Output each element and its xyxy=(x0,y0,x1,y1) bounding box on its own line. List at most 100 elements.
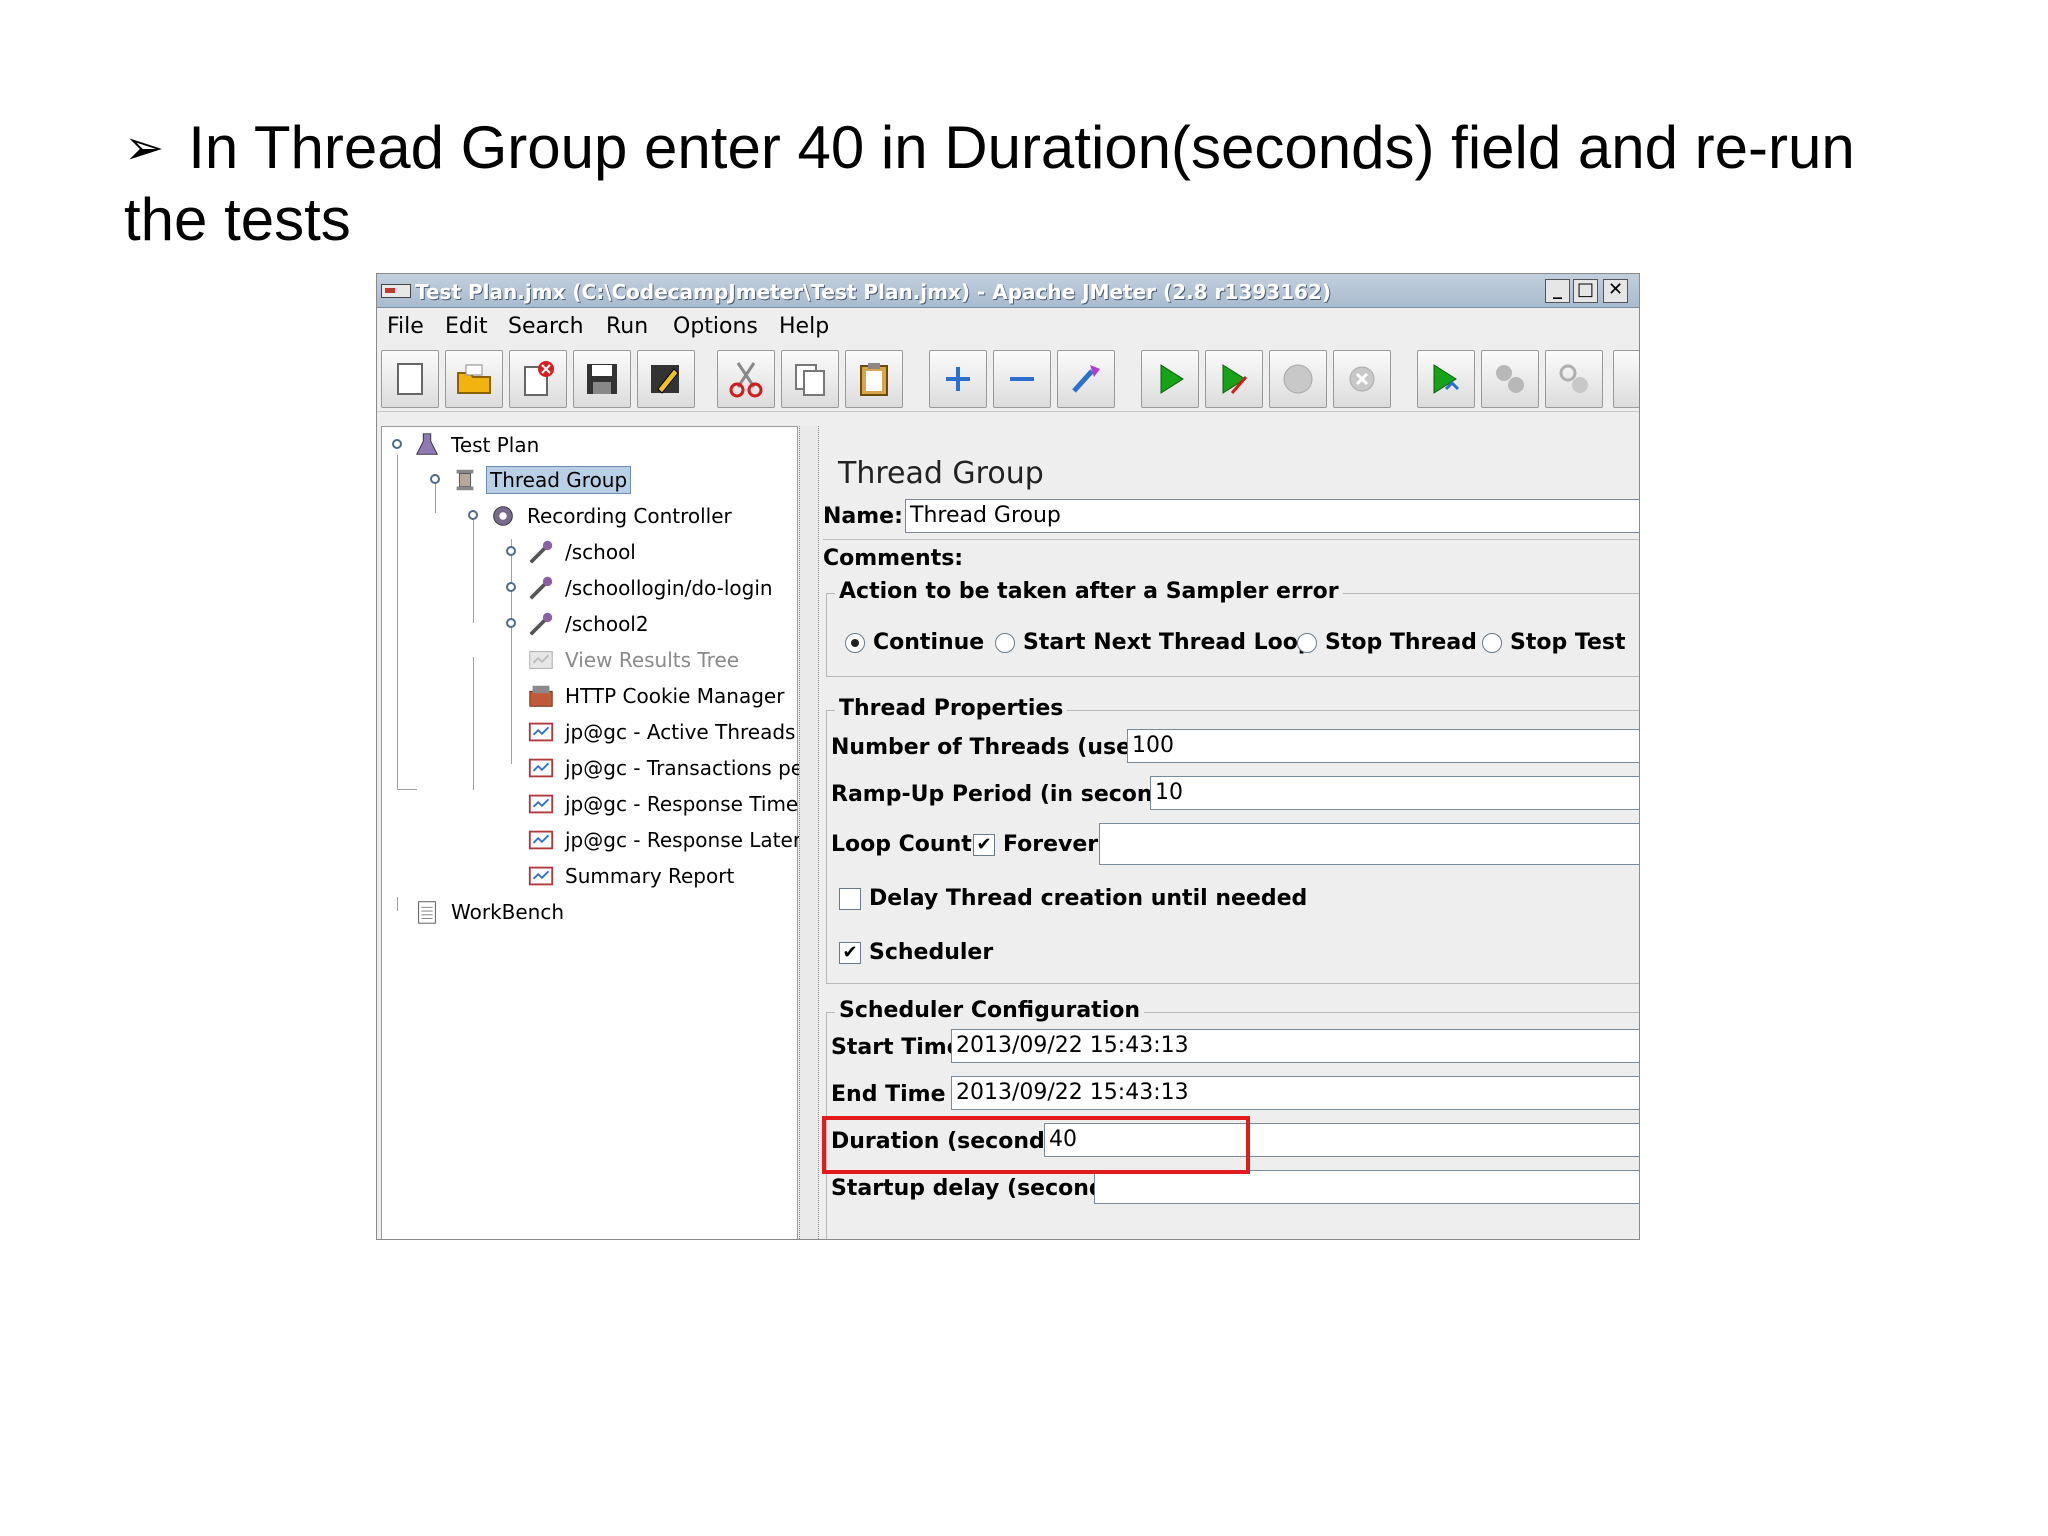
minimize-button[interactable]: _ xyxy=(1545,279,1570,303)
tree-node-test-plan[interactable]: Test Plan xyxy=(412,428,542,462)
tree-node-http-cookie-manager[interactable]: HTTP Cookie Manager xyxy=(526,679,787,713)
menu-file[interactable]: File xyxy=(387,314,424,339)
open-icon[interactable] xyxy=(445,350,503,408)
start-next-loop-radio[interactable]: Start Next Thread Loop xyxy=(995,630,1314,655)
sampler-error-group: Action to be taken after a Sampler error… xyxy=(826,579,1639,677)
flask-icon xyxy=(412,430,442,460)
tree-node-thread-group[interactable]: Thread Group xyxy=(450,463,632,497)
slide-caption: ➢ In Thread Group enter 40 in Duration(se… xyxy=(124,112,1924,256)
radio-icon xyxy=(995,632,1015,653)
graph-listener-icon xyxy=(526,825,556,855)
save-icon[interactable] xyxy=(573,350,631,408)
maximize-button[interactable]: □ xyxy=(1573,279,1598,303)
comments-label: Comments: xyxy=(823,546,964,571)
startup-delay-field[interactable] xyxy=(1094,1170,1639,1204)
more-toolbar-button[interactable] xyxy=(1613,350,1639,408)
radio-icon xyxy=(1297,632,1317,653)
graph-listener-icon xyxy=(526,753,556,783)
menu-help[interactable]: Help xyxy=(779,314,829,339)
edit-icon[interactable] xyxy=(637,350,695,408)
bullet-arrow-icon: ➢ xyxy=(124,120,165,176)
new-icon[interactable] xyxy=(381,350,439,408)
menu-search[interactable]: Search xyxy=(508,314,584,339)
close-file-icon[interactable] xyxy=(509,350,567,408)
stop-test-radio[interactable]: Stop Test xyxy=(1482,630,1626,655)
menu-bar: File Edit Search Run Options Help xyxy=(377,308,1639,344)
continue-radio[interactable]: Continue xyxy=(845,630,984,655)
test-plan-tree: Test Plan Thread Group Recording Control… xyxy=(381,426,809,1239)
remote-stop-icon[interactable] xyxy=(1481,350,1539,408)
comments-field[interactable] xyxy=(823,539,1639,540)
loop-count-field[interactable] xyxy=(1099,823,1639,865)
tree-node-response-times[interactable]: jp@gc - Response Times xyxy=(526,787,812,821)
stop-icon[interactable] xyxy=(1269,350,1327,408)
graph-listener-icon xyxy=(526,861,556,891)
window-title: Test Plan.jmx (C:\CodecampJmeter\Test Pl… xyxy=(415,280,1331,304)
radio-icon xyxy=(1482,632,1502,653)
end-time-field[interactable]: 2013/09/22 15:43:13 xyxy=(951,1076,1639,1110)
start-no-pauses-icon[interactable] xyxy=(1205,350,1263,408)
thread-properties-title: Thread Properties xyxy=(835,696,1068,721)
cut-icon[interactable] xyxy=(717,350,775,408)
checkbox-icon xyxy=(839,887,861,910)
tree-node-view-results-tree[interactable]: View Results Tree xyxy=(526,643,742,677)
stop-thread-radio[interactable]: Stop Thread xyxy=(1297,630,1477,655)
tree-node-school2[interactable]: /school2 xyxy=(526,607,652,641)
tree-node-summary-report[interactable]: Summary Report xyxy=(526,859,737,893)
end-time-label: End Time xyxy=(831,1082,946,1107)
start-time-field[interactable]: 2013/09/22 15:43:13 xyxy=(951,1029,1639,1063)
start-time-label: Start Time xyxy=(831,1035,962,1060)
jmeter-window: Test Plan.jmx (C:\CodecampJmeter\Test Pl… xyxy=(376,273,1640,1240)
forever-checkbox[interactable]: ✔ Forever xyxy=(973,832,1098,857)
cookie-icon xyxy=(526,681,556,711)
name-label: Name: xyxy=(823,504,903,529)
name-field[interactable]: Thread Group xyxy=(905,499,1639,533)
remote-start-icon[interactable] xyxy=(1417,350,1475,408)
threads-field[interactable]: 100 xyxy=(1127,729,1639,763)
start-icon[interactable] xyxy=(1141,350,1199,408)
pipette-icon xyxy=(526,537,556,567)
panel-title: Thread Group xyxy=(838,456,1044,491)
delay-thread-checkbox[interactable]: Delay Thread creation until needed xyxy=(839,886,1307,911)
checkbox-checked-icon: ✔ xyxy=(839,941,861,964)
app-icon xyxy=(381,284,411,298)
thread-group-panel: Thread Group Name: Thread Group Comments… xyxy=(820,426,1639,1239)
startup-delay-label: Startup delay (seconds) xyxy=(831,1176,1128,1201)
tree-node-transactions[interactable]: jp@gc - Transactions pe xyxy=(526,751,806,785)
tree-node-workbench[interactable]: WorkBench xyxy=(412,895,567,929)
clipboard-icon xyxy=(412,897,442,927)
results-tree-icon xyxy=(526,645,556,675)
remote-shutdown-icon[interactable] xyxy=(1545,350,1603,408)
close-button[interactable]: ✕ xyxy=(1603,279,1628,303)
thread-properties-group: Thread Properties Number of Threads (use… xyxy=(826,696,1639,984)
radio-selected-icon xyxy=(845,632,865,653)
loop-count-label: Loop Count: xyxy=(831,832,981,857)
split-pane-divider[interactable] xyxy=(799,426,819,1239)
tree-node-recording-controller[interactable]: Recording Controller xyxy=(488,499,735,533)
shutdown-icon[interactable] xyxy=(1333,350,1391,408)
menu-options[interactable]: Options xyxy=(673,314,758,339)
caption-text: In Thread Group enter 40 in Duration(sec… xyxy=(124,114,1855,253)
menu-edit[interactable]: Edit xyxy=(445,314,488,339)
menu-run[interactable]: Run xyxy=(606,314,648,339)
sampler-error-title: Action to be taken after a Sampler error xyxy=(835,579,1343,604)
expand-icon[interactable] xyxy=(929,350,987,408)
tree-node-response-latency[interactable]: jp@gc - Response Later xyxy=(526,823,804,857)
collapse-icon[interactable] xyxy=(993,350,1051,408)
title-bar: Test Plan.jmx (C:\CodecampJmeter\Test Pl… xyxy=(377,274,1639,308)
tree-node-school[interactable]: /school xyxy=(526,535,639,569)
tree-node-active-threads[interactable]: jp@gc - Active Threads xyxy=(526,715,798,749)
rampup-field[interactable]: 10 xyxy=(1150,776,1639,810)
copy-icon[interactable] xyxy=(781,350,839,408)
scheduler-checkbox[interactable]: ✔ Scheduler xyxy=(839,940,993,965)
pipette-icon xyxy=(526,609,556,639)
toggle-icon[interactable] xyxy=(1057,350,1115,408)
recorder-icon xyxy=(488,501,518,531)
toolbar xyxy=(377,344,1639,412)
tree-node-school-login[interactable]: /schoollogin/do-login xyxy=(526,571,776,605)
graph-listener-icon xyxy=(526,717,556,747)
checkbox-checked-icon: ✔ xyxy=(973,833,995,856)
spool-icon xyxy=(450,465,480,495)
graph-listener-icon xyxy=(526,789,556,819)
paste-icon[interactable] xyxy=(845,350,903,408)
